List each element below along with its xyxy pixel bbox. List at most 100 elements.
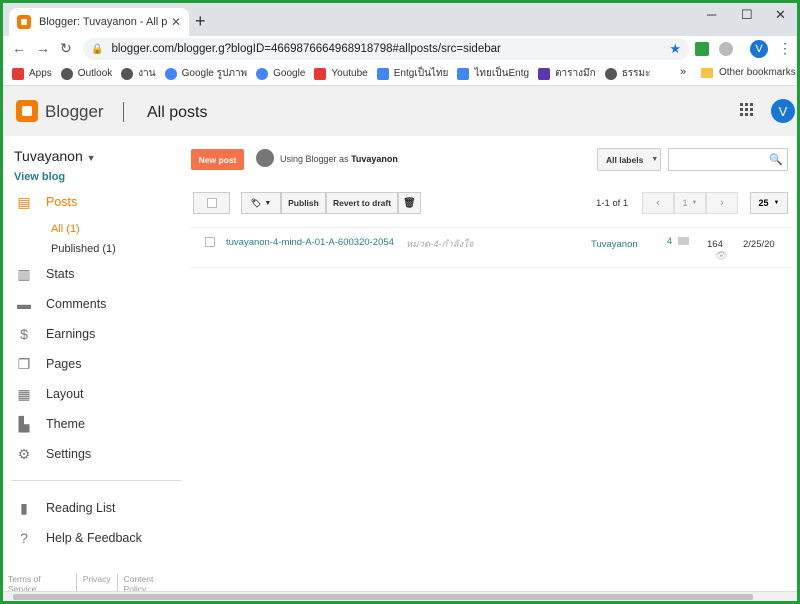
select-all-checkbox[interactable]: [206, 198, 217, 208]
browser-toolbar: ← → ↻ 🔒 blogger.com/blogger.g?blogID=466…: [3, 36, 797, 62]
select-all-button[interactable]: [193, 192, 230, 214]
yahoo-icon: [538, 67, 551, 80]
post-label[interactable]: หมวด-4-กำลังใจ: [406, 237, 473, 252]
publish-button[interactable]: Publish: [281, 192, 326, 214]
trash-icon: 🗑: [403, 197, 416, 209]
sidebar-item-settings[interactable]: ⚙ Settings: [3, 446, 91, 462]
back-icon[interactable]: ←: [12, 40, 26, 56]
settings-icon: ⚙: [17, 445, 31, 462]
reload-icon[interactable]: ↻: [60, 40, 72, 57]
label-menu-button[interactable]: 🏷 ▼: [241, 192, 281, 214]
forward-icon[interactable]: →: [36, 40, 50, 56]
bookmark-item[interactable]: ธรรมะ: [604, 66, 651, 81]
close-tab-icon[interactable]: ✕: [171, 15, 181, 29]
revert-to-draft-button[interactable]: Revert to draft: [326, 192, 398, 214]
extension-check-icon[interactable]: [695, 42, 709, 56]
stats-icon: ▥: [17, 265, 31, 282]
post-title-link[interactable]: tuvayanon-4-mind-A-01-A-600320-2054: [226, 237, 394, 248]
blogger-logo-icon[interactable]: [16, 100, 38, 122]
bookmark-item[interactable]: Google รูปภาพ: [164, 66, 247, 81]
sidebar-item-stats[interactable]: ▥ Stats: [3, 265, 74, 282]
row-checkbox[interactable]: [205, 237, 215, 247]
google-icon: [164, 67, 177, 80]
brand-name[interactable]: Blogger: [45, 102, 104, 122]
help-icon: ?: [20, 530, 28, 546]
translate-icon: [457, 67, 470, 80]
bookmark-item[interactable]: Google: [256, 67, 305, 80]
profile-avatar[interactable]: V: [750, 40, 768, 58]
sidebar-divider: [11, 480, 181, 481]
bookmarks-more-icon[interactable]: »: [680, 66, 686, 78]
window-close-icon[interactable]: ✕: [775, 7, 786, 23]
sidebar-sub-published[interactable]: Published (1): [51, 243, 116, 255]
page-title: All posts: [147, 104, 208, 121]
browser-window: Blogger: Tuvayanon - All posts ✕ + ─ ☐ ✕…: [3, 3, 797, 601]
blogger-header: Blogger All posts V: [3, 86, 797, 136]
post-date: 2/25/20: [743, 239, 775, 250]
new-post-button[interactable]: New post: [191, 149, 244, 170]
sidebar-item-layout[interactable]: ▦ Layout: [3, 385, 83, 402]
page-select[interactable]: 1 ▼: [674, 192, 706, 214]
prev-page-button[interactable]: ‹: [642, 192, 674, 214]
translate-icon: [376, 67, 389, 80]
horizontal-scrollbar[interactable]: [3, 591, 797, 601]
maximize-icon[interactable]: ☐: [741, 7, 753, 23]
sidebar-item-reading-list[interactable]: ▮ Reading List: [3, 499, 115, 516]
bookmark-item[interactable]: Youtube: [314, 67, 368, 80]
chevron-down-icon: ▼: [773, 200, 780, 206]
comment-bubble-icon: [678, 237, 690, 245]
eye-icon: 👁: [715, 251, 728, 262]
bookmark-item[interactable]: Apps: [12, 67, 52, 80]
bookmark-item[interactable]: Entgเป็นไทย: [376, 66, 448, 81]
browser-menu-icon[interactable]: ⋮: [778, 40, 792, 57]
minimize-icon[interactable]: ─: [707, 7, 716, 22]
tag-icon: 🏷: [250, 197, 262, 208]
extension-icon[interactable]: [719, 42, 733, 56]
sidebar-item-comments[interactable]: ▬ Comments: [3, 296, 106, 312]
search-input[interactable]: 🔍: [668, 148, 788, 171]
other-bookmarks[interactable]: Other bookmarks: [701, 67, 796, 78]
sidebar-item-help[interactable]: ? Help & Feedback: [3, 530, 142, 546]
labels-dropdown[interactable]: All labels ▼: [597, 148, 661, 171]
globe-icon: [604, 67, 617, 80]
reading-list-icon: ▮: [20, 499, 28, 516]
bookmark-item[interactable]: งาน: [121, 66, 156, 81]
sidebar-sub-all[interactable]: All (1): [51, 223, 80, 235]
new-tab-icon[interactable]: +: [195, 11, 206, 32]
blog-selector[interactable]: Tuvayanon ▼: [14, 148, 96, 164]
url-text: blogger.com/blogger.g?blogID=46698766649…: [111, 43, 501, 55]
comments-icon: ▬: [17, 296, 31, 312]
post-author[interactable]: Tuvayanon: [591, 239, 638, 250]
header-divider: [123, 102, 124, 122]
lock-icon: 🔒: [91, 43, 104, 55]
bookmark-star-icon[interactable]: ★: [669, 41, 681, 57]
theme-icon: ▙: [18, 415, 30, 432]
sidebar: Tuvayanon ▼ View blog ▤ Posts All (1) Pub…: [3, 136, 183, 596]
next-page-button[interactable]: ›: [706, 192, 738, 214]
address-bar[interactable]: 🔒 blogger.com/blogger.g?blogID=466987666…: [83, 38, 689, 60]
bookmark-item[interactable]: Outlook: [60, 67, 112, 80]
bookmark-item[interactable]: ตารางมึก: [538, 66, 596, 81]
earnings-icon: $: [20, 326, 28, 342]
post-comments[interactable]: 4: [667, 236, 690, 246]
per-page-select[interactable]: 25 ▼: [750, 192, 788, 214]
sidebar-item-earnings[interactable]: $ Earnings: [3, 326, 95, 342]
youtube-icon: [314, 67, 327, 80]
chevron-down-icon: ▼: [651, 156, 659, 163]
posts-icon: ▤: [17, 193, 31, 210]
layout-icon: ▦: [17, 385, 31, 402]
sidebar-item-posts[interactable]: ▤ Posts: [3, 194, 77, 210]
apps-grid-icon[interactable]: [740, 103, 754, 117]
chevron-down-icon: ▼: [691, 200, 698, 206]
scrollbar-thumb[interactable]: [13, 594, 753, 600]
tab-strip: Blogger: Tuvayanon - All posts ✕ + ─ ☐ ✕: [3, 3, 797, 36]
user-avatar: [256, 149, 274, 167]
folder-icon: [701, 67, 713, 78]
browser-tab[interactable]: Blogger: Tuvayanon - All posts ✕: [9, 8, 189, 36]
bookmark-item[interactable]: ไทยเป็นEntg: [457, 66, 529, 81]
view-blog-link[interactable]: View blog: [14, 171, 65, 183]
delete-button[interactable]: 🗑: [398, 192, 421, 214]
account-avatar[interactable]: V: [771, 99, 795, 123]
sidebar-item-theme[interactable]: ▙ Theme: [3, 416, 85, 432]
sidebar-item-pages[interactable]: ❐ Pages: [3, 356, 82, 372]
